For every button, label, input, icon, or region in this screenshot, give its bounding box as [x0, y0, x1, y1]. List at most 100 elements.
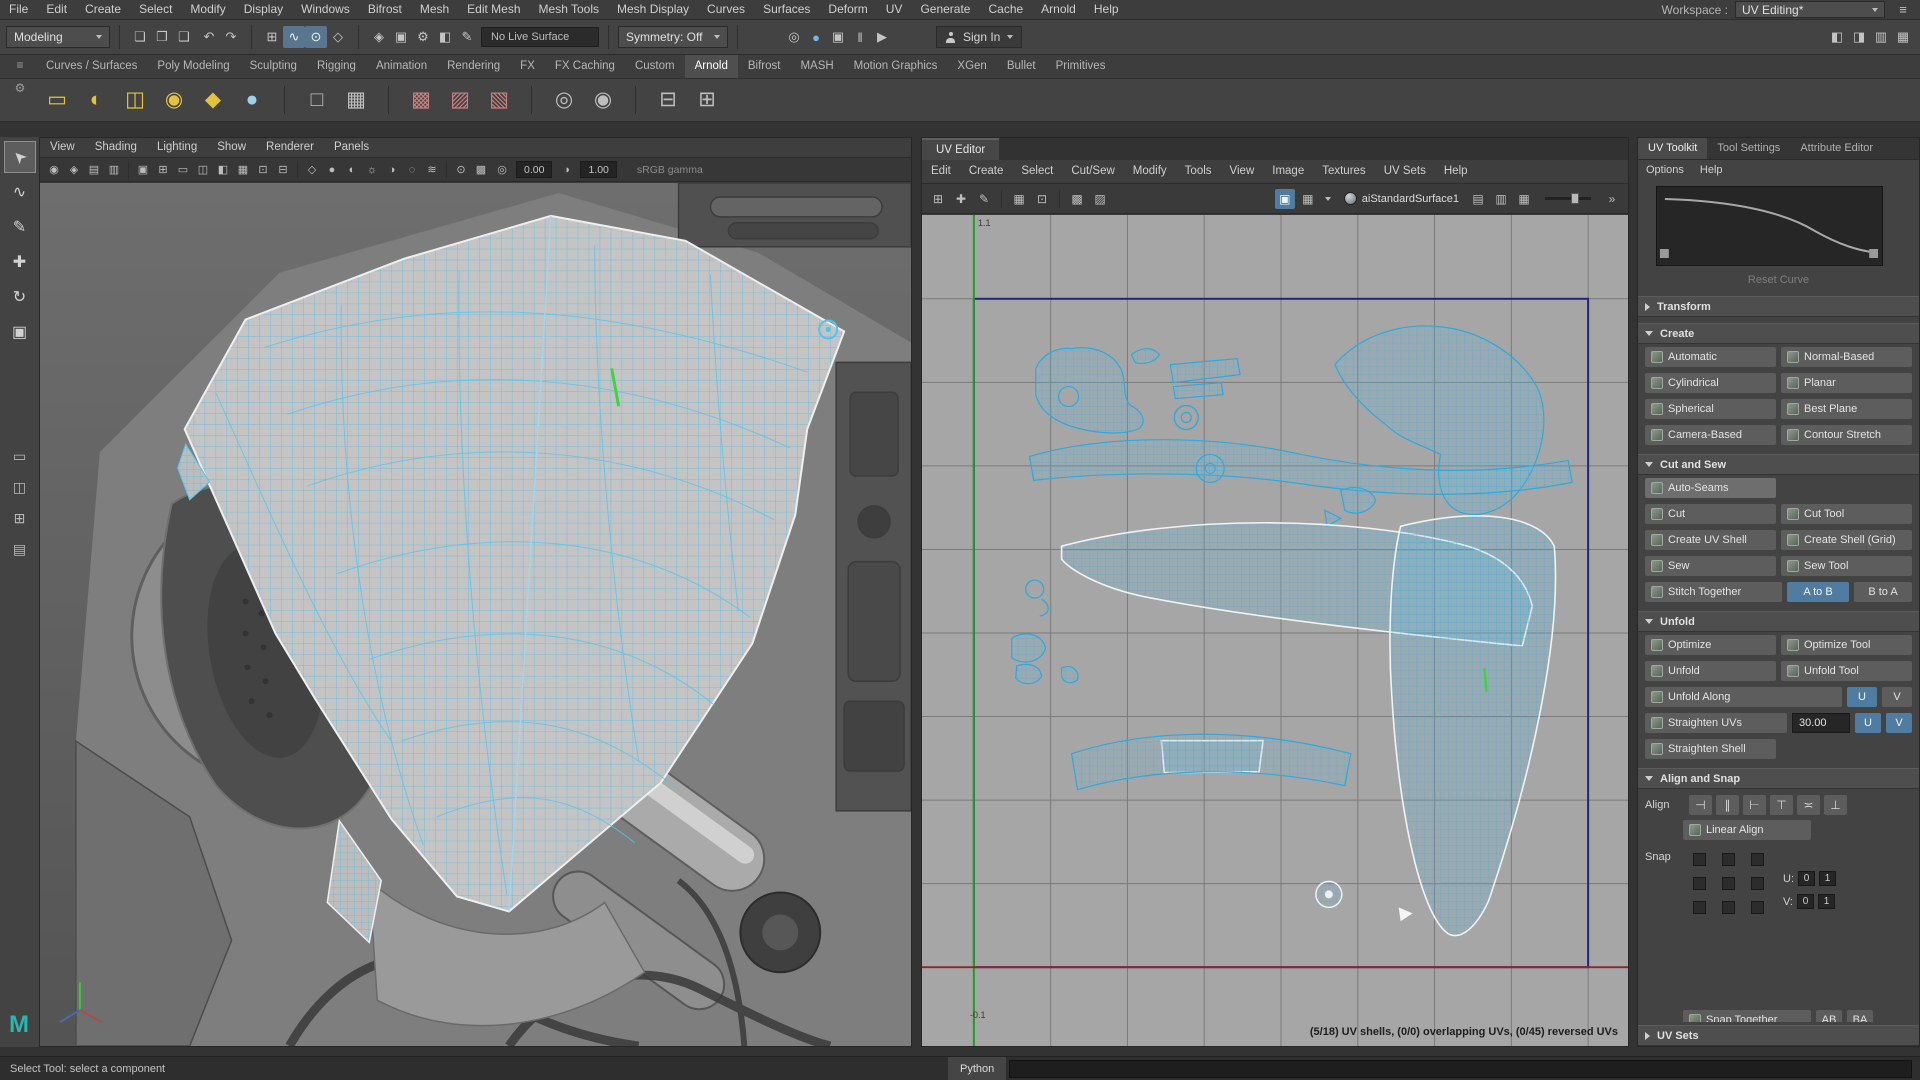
- shelf-gear-icon[interactable]: ⚙: [15, 81, 26, 95]
- snap-to-plane-icon[interactable]: ◇: [327, 26, 349, 48]
- camera-based-button[interactable]: Camera-Based: [1645, 425, 1776, 445]
- undo-icon[interactable]: ↶: [198, 26, 220, 48]
- snap-to-curve-icon[interactable]: ∿: [283, 26, 305, 48]
- menu-item[interactable]: Bifrost: [359, 0, 411, 19]
- uv-menu-item[interactable]: Cut/Sew: [1062, 162, 1123, 181]
- menu-item[interactable]: Generate: [911, 0, 979, 19]
- menu-item[interactable]: Modify: [181, 0, 234, 19]
- snap-u0-field[interactable]: 0: [1798, 871, 1815, 886]
- xray-icon[interactable]: ▩: [471, 160, 491, 180]
- single-pane-toggle-icon[interactable]: ◧: [1826, 26, 1848, 48]
- arnold-flush-cache-icon[interactable]: ⊟: [653, 85, 683, 115]
- sew-button[interactable]: Sew: [1645, 556, 1776, 576]
- section-align-and-snap[interactable]: Align and Snap: [1638, 768, 1919, 789]
- uv-menu-item[interactable]: Edit: [922, 162, 960, 181]
- safe-title-icon[interactable]: ⊟: [273, 160, 293, 180]
- exposure-slider[interactable]: [1545, 193, 1591, 204]
- shelf-tab[interactable]: Poly Modeling: [147, 55, 239, 78]
- unfold-along-button[interactable]: Unfold Along: [1645, 687, 1842, 707]
- spherical-button[interactable]: Spherical: [1645, 399, 1776, 419]
- redo-icon[interactable]: ↷: [220, 26, 242, 48]
- menu-item[interactable]: Mesh Tools: [530, 0, 608, 19]
- menu-item[interactable]: Surfaces: [754, 0, 819, 19]
- symmetry-selector[interactable]: Symmetry: Off: [618, 26, 728, 48]
- render-view-icon[interactable]: ◎: [783, 26, 805, 48]
- snap-checkbox[interactable]: [1693, 877, 1706, 890]
- snap-checkbox[interactable]: [1751, 901, 1764, 914]
- film-gate-icon[interactable]: ▭: [173, 160, 193, 180]
- straighten-u-button[interactable]: U: [1855, 713, 1881, 733]
- shelf-tab[interactable]: Custom: [625, 55, 685, 78]
- shelf-tab[interactable]: Animation: [366, 55, 437, 78]
- arnold-physical-sky-icon[interactable]: ◉: [159, 85, 189, 115]
- paint-select-tool-icon[interactable]: ✎: [5, 212, 35, 242]
- create-uv-shell-button[interactable]: Create UV Shell: [1645, 530, 1776, 550]
- cut-tool-button[interactable]: Cut Tool: [1781, 504, 1912, 524]
- menu-item[interactable]: Edit Mesh: [458, 0, 529, 19]
- uv-grid-scene[interactable]: [922, 215, 1628, 1046]
- menu-item[interactable]: Cache: [979, 0, 1032, 19]
- exposure-field[interactable]: 0.00: [516, 161, 553, 178]
- chevron-down-icon[interactable]: [1324, 196, 1331, 201]
- arnold-volume-icon[interactable]: ▦: [341, 85, 371, 115]
- uv-editor-title-tab[interactable]: UV Editor: [922, 138, 1000, 160]
- image-plane-icon[interactable]: ▣: [133, 160, 153, 180]
- ipr-render-icon[interactable]: ●: [805, 26, 827, 48]
- play-icon[interactable]: ▶: [871, 26, 893, 48]
- optimize-button[interactable]: Optimize: [1645, 635, 1776, 655]
- shelf-tab[interactable]: Rigging: [307, 55, 366, 78]
- uv-menu-item[interactable]: Create: [960, 162, 1013, 181]
- uv-menu-item[interactable]: Modify: [1124, 162, 1176, 181]
- uv-menu-item[interactable]: View: [1221, 162, 1264, 181]
- sidebar-tab[interactable]: UV Toolkit: [1638, 138, 1708, 159]
- uv-texture-checker-icon[interactable]: ▤: [1468, 189, 1488, 209]
- render-settings-icon[interactable]: ⚙: [412, 26, 434, 48]
- align-min-v-icon[interactable]: ⊥: [1824, 795, 1847, 815]
- exposure-icon[interactable]: ◎: [492, 160, 512, 180]
- layout-outliner-icon[interactable]: ▤: [7, 536, 33, 562]
- resolution-gate-icon[interactable]: ◫: [193, 160, 213, 180]
- reset-curve-button[interactable]: Reset Curve: [1638, 274, 1919, 286]
- snap-v0-field[interactable]: 0: [1797, 894, 1814, 909]
- straighten-v-button[interactable]: V: [1886, 713, 1912, 733]
- unfold-button[interactable]: Unfold: [1645, 661, 1776, 681]
- shelf-tab[interactable]: Rendering: [437, 55, 510, 78]
- b-to-a-button[interactable]: B to A: [1854, 582, 1912, 602]
- section-create[interactable]: Create: [1638, 323, 1919, 344]
- uv-canvas[interactable]: 1.1 -0.1 (5/18) UV shells, (0/0) overlap…: [922, 215, 1628, 1046]
- sidebar-tab[interactable]: Tool Settings: [1707, 138, 1790, 159]
- automatic-button[interactable]: Automatic: [1645, 347, 1776, 367]
- bookmark-icon[interactable]: ▥: [104, 160, 124, 180]
- straighten-angle-field[interactable]: 30.00: [1792, 713, 1850, 733]
- select-tool-icon[interactable]: ➤: [3, 141, 36, 173]
- occlusion-icon[interactable]: ◌: [402, 160, 422, 180]
- tool-settings-toggle-icon[interactable]: ▦: [1892, 26, 1914, 48]
- snap-checkbox[interactable]: [1693, 853, 1706, 866]
- arnold-texture-image-icon[interactable]: ▨: [445, 85, 475, 115]
- wireframe-icon[interactable]: ◇: [302, 160, 322, 180]
- uv-shade-shells-icon[interactable]: ▨: [1090, 189, 1110, 209]
- arnold-render-icon[interactable]: ◎: [549, 85, 579, 115]
- snap-checkbox[interactable]: [1722, 901, 1735, 914]
- gate-mask-icon[interactable]: ◧: [213, 160, 233, 180]
- optimize-tool-button[interactable]: Optimize Tool: [1781, 635, 1912, 655]
- expand-toolbar-icon[interactable]: »: [1602, 189, 1622, 209]
- uv-pixel-snap-icon[interactable]: ⊡: [1032, 189, 1052, 209]
- snap-checkbox[interactable]: [1722, 877, 1735, 890]
- lights-icon[interactable]: ☼: [362, 160, 382, 180]
- arnold-standin-icon[interactable]: □: [302, 85, 332, 115]
- shelf-tab[interactable]: Sculpting: [240, 55, 307, 78]
- safe-action-icon[interactable]: ⊡: [253, 160, 273, 180]
- live-surface-field[interactable]: No Live Surface: [481, 27, 599, 47]
- viewport-menu-item[interactable]: Show: [207, 138, 256, 157]
- layout-four-pane-icon[interactable]: ⊞: [7, 505, 33, 531]
- lock-camera-icon[interactable]: ◈: [64, 160, 84, 180]
- scale-tool-icon[interactable]: ▣: [5, 317, 35, 347]
- stitch-together-button[interactable]: Stitch Together: [1645, 582, 1782, 602]
- uv-texture-ramp-icon[interactable]: ▥: [1491, 189, 1511, 209]
- section-transform[interactable]: Transform: [1638, 296, 1919, 317]
- material-selector[interactable]: aiStandardSurface1: [1343, 192, 1459, 205]
- motion-blur-icon[interactable]: ≋: [422, 160, 442, 180]
- menu-item[interactable]: Deform: [819, 0, 876, 19]
- shelf-tab[interactable]: Curves / Surfaces: [36, 55, 147, 78]
